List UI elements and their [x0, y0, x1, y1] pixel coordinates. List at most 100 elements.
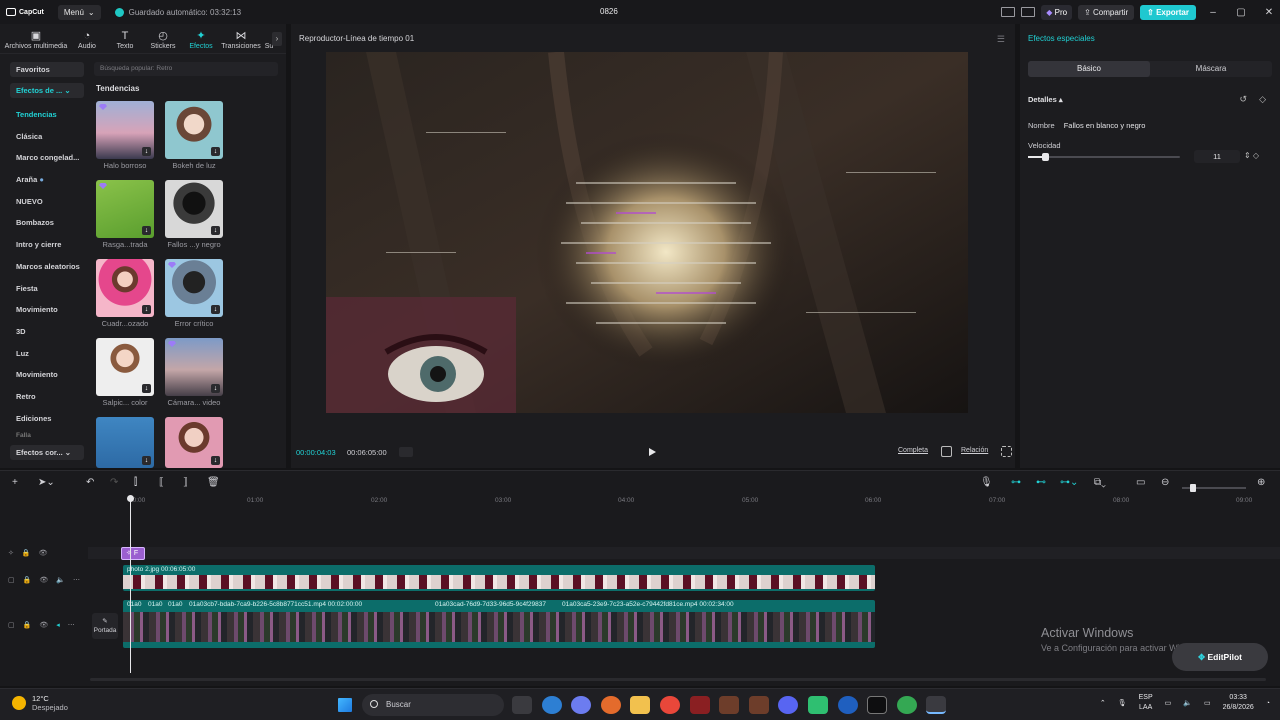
- project-name[interactable]: 0826: [600, 7, 618, 16]
- shortcuts-icon[interactable]: [1021, 7, 1036, 17]
- more-icon[interactable]: ⋯: [68, 621, 75, 629]
- stepper-icon[interactable]: ⇕ ◇: [1244, 151, 1259, 160]
- speed-slider[interactable]: [1028, 153, 1180, 161]
- effect-card[interactable]: ↓ Halo borroso: [96, 101, 154, 170]
- tab-basic[interactable]: Básico: [1028, 61, 1150, 77]
- pro-button[interactable]: ◆ Pro: [1041, 4, 1073, 20]
- capcut-icon[interactable]: [926, 696, 947, 714]
- zoom-in-icon[interactable]: ⊕: [1257, 478, 1265, 488]
- category-item[interactable]: Luz: [10, 343, 84, 365]
- effect-card[interactable]: ↓: [96, 417, 154, 470]
- download-icon[interactable]: ↓: [211, 147, 220, 156]
- select-tool-icon[interactable]: ➤⌄: [38, 478, 55, 488]
- weather-widget[interactable]: 12°C Despejado: [12, 694, 68, 712]
- network-icon[interactable]: ▭: [1165, 699, 1172, 707]
- download-icon[interactable]: ↓: [211, 456, 220, 465]
- tab-audio[interactable]: ◔ Audio: [68, 30, 106, 53]
- effects-more-dropdown[interactable]: Efectos cor... ⌄: [10, 445, 84, 461]
- tab-mask[interactable]: Máscara: [1150, 61, 1272, 77]
- category-item[interactable]: Ediciones: [10, 408, 84, 430]
- download-icon[interactable]: ↓: [142, 456, 151, 465]
- effect-card[interactable]: ↓ Error crítico: [165, 259, 223, 328]
- chevron-right-icon[interactable]: ›: [272, 32, 282, 46]
- category-item[interactable]: Marco congelad...: [10, 147, 84, 169]
- fullscreen-icon[interactable]: [1001, 446, 1012, 457]
- category-item[interactable]: Fiesta: [10, 278, 84, 300]
- play-button[interactable]: [649, 448, 656, 456]
- task-view-icon[interactable]: [512, 696, 532, 714]
- effect-card[interactable]: ↓: [165, 417, 223, 470]
- category-item[interactable]: Intro y cierre: [10, 234, 84, 256]
- main-video-clips[interactable]: 01a0 01a0 01a0 01a03cb7-bdab-7ca9-b226-5…: [123, 600, 875, 648]
- category-item[interactable]: Bombazos: [10, 212, 84, 234]
- layout-icon[interactable]: [1001, 7, 1016, 17]
- microphone-icon[interactable]: 🎙: [980, 478, 993, 488]
- cover-button[interactable]: ✎ Portada: [92, 613, 118, 639]
- effect-card[interactable]: ↓ Fallos ...y negro: [165, 180, 223, 249]
- share-button[interactable]: ⇪ Compartir: [1078, 4, 1135, 20]
- language-indicator[interactable]: ESP LAA: [1139, 693, 1153, 713]
- category-item[interactable]: Movimiento: [10, 364, 84, 386]
- video-preview[interactable]: [326, 52, 968, 413]
- category-item[interactable]: NUEVO: [10, 191, 84, 213]
- zoom-slider[interactable]: [1182, 484, 1246, 492]
- effect-card[interactable]: ↓ Cuadr...ozado: [96, 259, 154, 328]
- blender-icon[interactable]: [600, 696, 621, 714]
- effect-card[interactable]: ↓ Rasga...trada: [96, 180, 154, 249]
- volume-icon[interactable]: 🔈: [1183, 699, 1192, 707]
- trim-left-icon[interactable]: ⟦: [159, 478, 164, 488]
- tab-media[interactable]: ▣ Archivos multimedia: [4, 30, 68, 53]
- app-icon[interactable]: [719, 696, 740, 714]
- app-icon[interactable]: [837, 696, 858, 714]
- speaker-icon[interactable]: ◂: [56, 621, 60, 629]
- tab-transitions[interactable]: ⋈ Transiciones: [220, 30, 262, 53]
- category-item[interactable]: Clásica: [10, 126, 84, 148]
- tab-text[interactable]: T Texto: [106, 30, 144, 53]
- more-icon[interactable]: ⋯: [73, 576, 80, 584]
- slider-handle[interactable]: [1041, 153, 1049, 161]
- undo-icon[interactable]: ↶: [86, 478, 94, 488]
- speed-input[interactable]: 11: [1194, 150, 1240, 163]
- app-icon[interactable]: [689, 696, 710, 714]
- main-track-magnet-icon[interactable]: ⊶: [1011, 478, 1021, 488]
- download-icon[interactable]: ↓: [142, 384, 151, 393]
- maximize-icon[interactable]: ▢: [1230, 7, 1252, 18]
- chevron-up-icon[interactable]: ⌃: [1100, 699, 1106, 707]
- menu-button[interactable]: Menú ⌄: [57, 4, 101, 20]
- add-icon[interactable]: +: [12, 478, 18, 488]
- grid-icon[interactable]: [399, 447, 413, 457]
- tab-stickers[interactable]: ◴ Stickers: [144, 30, 182, 53]
- category-item[interactable]: Tendencias: [10, 104, 84, 126]
- caption-icon[interactable]: ▭: [1136, 478, 1145, 488]
- slider-handle[interactable]: [1190, 484, 1196, 492]
- auto-snap-icon[interactable]: ⊷: [1036, 478, 1046, 488]
- preview-axis-icon[interactable]: ⧉⌄: [1094, 478, 1106, 488]
- favorites-button[interactable]: Favoritos: [10, 62, 84, 77]
- eye-icon[interactable]: 👁: [39, 621, 48, 629]
- download-icon[interactable]: ↓: [142, 147, 151, 156]
- effects-type-dropdown[interactable]: Efectos de ... ⌄: [10, 83, 84, 98]
- category-item[interactable]: Falla: [10, 429, 84, 441]
- file-explorer-icon[interactable]: [630, 696, 651, 714]
- windows-start-icon[interactable]: [338, 698, 352, 712]
- link-icon[interactable]: ⊶⌄: [1060, 478, 1078, 488]
- clock[interactable]: 03:33 26/8/2026: [1223, 693, 1254, 713]
- details-toggle[interactable]: Detalles ▴: [1028, 95, 1063, 104]
- category-item[interactable]: Retro: [10, 386, 84, 408]
- effects-search-input[interactable]: Búsqueda popular: Retro: [94, 62, 278, 76]
- edge-icon[interactable]: [541, 696, 562, 714]
- category-item[interactable]: Movimiento: [10, 299, 84, 321]
- menu-icon[interactable]: ☰: [997, 34, 1005, 45]
- download-icon[interactable]: ↓: [142, 305, 151, 314]
- app-icon[interactable]: [748, 696, 769, 714]
- split-icon[interactable]: ⫿: [134, 478, 137, 488]
- full-quality-button[interactable]: Completa: [898, 447, 928, 454]
- ratio-button[interactable]: Relación: [961, 447, 988, 454]
- copilot-icon[interactable]: [571, 696, 592, 714]
- microphone-icon[interactable]: 🎙: [1118, 699, 1127, 707]
- effect-card[interactable]: ↓ Salpic... color: [96, 338, 154, 407]
- editpilot-button[interactable]: ✥ EditPilot: [1172, 643, 1268, 671]
- download-icon[interactable]: ↓: [142, 226, 151, 235]
- trim-right-icon[interactable]: ⟧: [183, 478, 188, 488]
- delete-icon[interactable]: 🗑: [207, 478, 220, 488]
